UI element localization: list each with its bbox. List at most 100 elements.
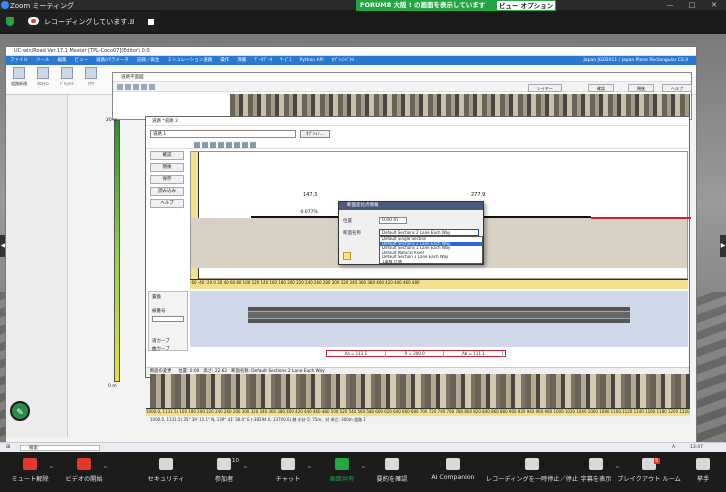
confirm-button[interactable]: 確認 — [150, 151, 184, 160]
tool-icon[interactable] — [226, 142, 232, 148]
tool-icon[interactable] — [210, 142, 216, 148]
help-button[interactable]: ヘルプ — [662, 84, 692, 92]
pan-icon[interactable] — [133, 84, 139, 90]
zoom-in-icon[interactable] — [117, 84, 123, 90]
summary-button[interactable]: 要約を確認 — [362, 456, 422, 483]
section-dropdown-list[interactable]: Default Single Section Default Sections … — [379, 236, 483, 264]
close-button[interactable]: 閉後 — [628, 84, 654, 92]
chevron-down-icon: ⌄ — [523, 13, 529, 21]
maximize-icon[interactable]: □ — [684, 0, 700, 10]
toolbar-label: 要約を確認 — [376, 476, 408, 483]
menu-item[interactable]: ファイル — [6, 56, 32, 65]
confirm-label: 確認 — [597, 86, 605, 91]
tool-icon[interactable] — [242, 142, 248, 148]
zoom-window-title: Zoom ミーティング — [10, 2, 74, 10]
layer-button[interactable]: レイヤー — [528, 84, 562, 92]
summary-icon — [385, 458, 399, 470]
view-options-button[interactable]: ビュー オプション ⌄ — [496, 0, 556, 21]
route-name-field[interactable]: 道路 1 — [150, 130, 296, 138]
tool-icon[interactable] — [234, 142, 240, 148]
confirm-button[interactable]: 確認 — [588, 84, 614, 92]
crossline-icon — [37, 67, 49, 79]
share-banner-text: FORUM8 大阪 ! の画面を表示しています — [360, 1, 486, 9]
menu-item[interactable]: 操作 — [216, 56, 233, 65]
minimize-icon[interactable]: — — [662, 0, 678, 10]
participants-button[interactable]: 参加者 10 ^ — [194, 456, 254, 483]
aerial-map-top — [230, 94, 690, 116]
ok-icon[interactable] — [343, 252, 351, 260]
tool-icon[interactable] — [218, 142, 224, 148]
position-field[interactable]: 0.00 m — [379, 217, 407, 224]
section-name-select[interactable]: Default Sections 2 Lane Each Way — [379, 229, 479, 236]
fit-icon[interactable] — [141, 84, 147, 90]
annotate-pencil-icon[interactable]: ✎ — [10, 401, 30, 421]
close-button[interactable]: 閉後 — [150, 163, 184, 172]
load-button[interactable]: 読み込み — [150, 187, 184, 196]
elevation-scale-bar — [114, 120, 120, 382]
save-button[interactable]: 保存 — [150, 175, 184, 184]
ucwin-menu-bar: ファイル ツール 編集 ビュー 道路/パラメータ 記録／再生 ミシュレーション道路 操作 沸腸ﾃ… — [6, 56, 696, 65]
cloud-recording-icon — [28, 17, 39, 25]
section-change-dialog: 断面変化点情報 位置 0.00 m 断面名称 Default Sections … — [338, 201, 484, 265]
participants-count: 10 — [232, 458, 239, 464]
recording-bar: レコーディングしています... II — [0, 12, 160, 32]
pause-stop-icon — [525, 458, 539, 470]
menu-item[interactable]: ツール — [32, 56, 54, 65]
raise-hand-icon — [696, 458, 710, 470]
curve-param: Aa = 111.1 — [327, 351, 386, 357]
windows-taskbar: ⊞ 検索 A 13:47 — [0, 442, 726, 452]
security-button[interactable]: セキュリティ — [136, 456, 196, 483]
menu-item[interactable]: 沸腸 — [233, 56, 250, 65]
tool-icon[interactable] — [194, 142, 200, 148]
ribbon-road-new-button[interactable]: 道路新規 — [8, 67, 30, 93]
tool-icon[interactable] — [202, 142, 208, 148]
toolbar-label: セキュリティ — [147, 476, 185, 483]
ai-companion-button[interactable]: AI Companion — [418, 456, 488, 481]
ribbon-document-button[interactable]: ﾄﾞｷｭﾒﾝﾄ — [56, 67, 78, 93]
analysis-icon — [85, 67, 97, 79]
collapse-right-handle[interactable]: ▶ — [720, 235, 726, 257]
toolbar-label: ビデオの開始 — [65, 476, 103, 483]
zoom-out-icon[interactable] — [125, 84, 131, 90]
pause-recording-icon[interactable]: II — [130, 18, 134, 26]
tool-icon[interactable] — [250, 142, 256, 148]
close-icon[interactable]: ✕ — [706, 0, 722, 10]
menu-item[interactable]: 編集 — [54, 56, 71, 65]
menu-item[interactable]: ｵﾌﾟｼｮﾝﾊﾟﾈﾙ — [328, 56, 359, 65]
bottom-map-status: 1000.0, 1131.5) 35° 39' 15.1" N, 139° 41… — [146, 416, 690, 424]
profile-toolbar — [146, 141, 689, 149]
taskbar-search[interactable]: 検索 — [20, 445, 100, 451]
breakout-rooms-button[interactable]: ブレイクアウト ルーム 5 — [616, 456, 682, 483]
menu-item[interactable]: ミシュレーション道路 — [163, 56, 216, 65]
mute-button[interactable]: ミュート解除 ^ — [0, 456, 60, 483]
chevron-up-icon[interactable]: ^ — [243, 466, 248, 473]
menu-item[interactable]: 記録／再生 — [133, 56, 164, 65]
road-plan — [248, 307, 630, 323]
ribbon-crossline-button[interactable]: ｸﾛｽﾗｲﾝ — [32, 67, 54, 93]
dropdown-option[interactable]: 1車線 片側 — [380, 260, 482, 265]
menu-item[interactable]: 道路/パラメータ — [92, 56, 133, 65]
windows-start-icon[interactable]: ⊞ — [6, 444, 10, 450]
number-select[interactable] — [152, 316, 184, 322]
route-options-button[interactable]: ｵﾌﾟｼｮﾝ... — [300, 130, 330, 138]
mic-off-icon — [23, 458, 37, 470]
help-button[interactable]: ヘルプ — [150, 199, 184, 208]
chevron-up-icon[interactable]: ^ — [103, 466, 108, 473]
menu-item[interactable]: ｻｰﾋﾞｽ — [276, 56, 295, 65]
menu-item[interactable]: Python API — [295, 56, 327, 65]
ribbon-label: ｸﾛｽﾗｲﾝ — [37, 81, 49, 86]
stop-recording-icon[interactable] — [148, 19, 154, 25]
menu-item[interactable]: ビュー — [71, 56, 93, 65]
raise-hand-button[interactable]: 挙手 — [680, 456, 726, 483]
video-button[interactable]: ビデオの開始 ^ — [54, 456, 114, 483]
plan-view-strip[interactable] — [190, 291, 688, 347]
ribbon-analysis-button[interactable]: ｱﾅﾘ — [80, 67, 102, 93]
ribbon-label: ｱﾅﾘ — [88, 81, 94, 86]
menu-item[interactable]: ﾃﾞｰﾀﾃﾞｰﾀ — [250, 56, 276, 65]
chat-button[interactable]: チャット ^ — [258, 456, 318, 483]
ime-indicator[interactable]: A — [672, 445, 675, 450]
select-icon[interactable] — [149, 84, 155, 90]
profile-window-title: 道路 *道路 2 — [146, 117, 689, 126]
toolbar-label: 字幕を表示 — [580, 476, 612, 483]
chat-icon — [281, 458, 295, 470]
